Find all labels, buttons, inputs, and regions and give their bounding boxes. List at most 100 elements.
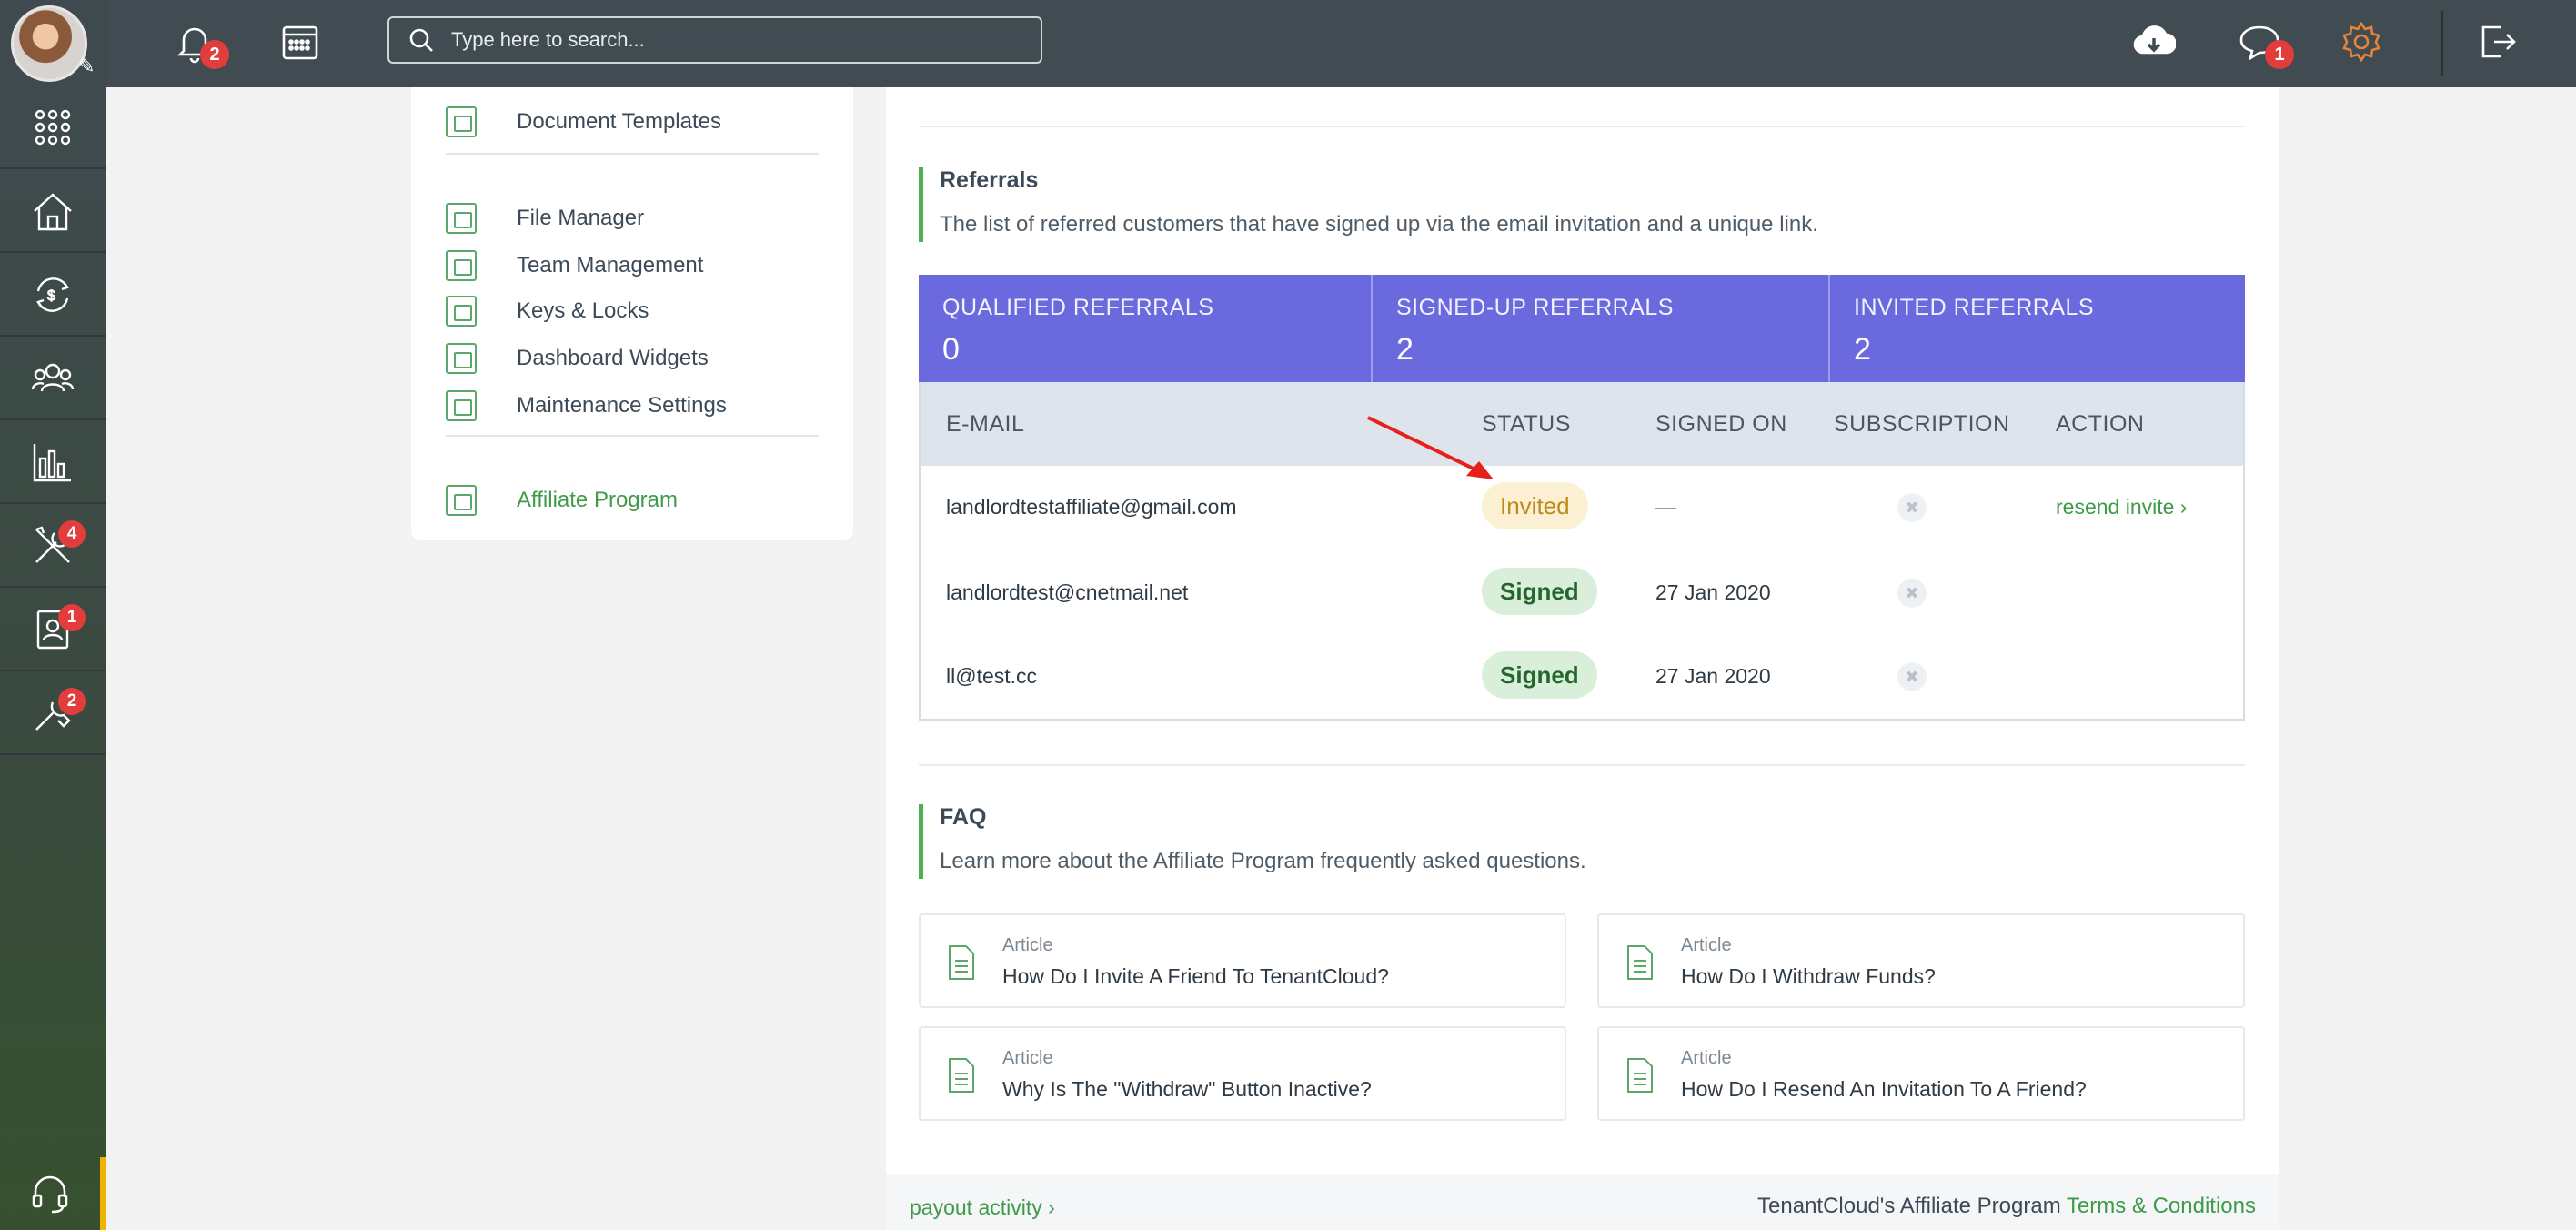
faq-article-kind: Article	[1681, 1048, 1732, 1068]
section-divider	[919, 126, 2245, 127]
referrals-title: Referrals	[940, 167, 1039, 193]
row-email: ll@test.cc	[946, 664, 1038, 688]
calendar-icon	[282, 25, 318, 60]
pin-icon[interactable]: ✎	[78, 55, 95, 78]
status-badge: Signed	[1482, 568, 1597, 615]
section-divider	[919, 764, 2245, 766]
messages-button[interactable]: 1	[2234, 16, 2294, 69]
column-subscription: SUBSCRIPTION	[1834, 411, 2010, 437]
faq-description: Learn more about the Affiliate Program f…	[940, 849, 1586, 873]
document-icon	[949, 945, 974, 980]
resend-invite-link[interactable]: resend invite ›	[2056, 495, 2187, 519]
sidebar-item-integrations[interactable]: 2	[0, 673, 106, 755]
menu-divider	[446, 153, 819, 155]
menu-item-team-management[interactable]: Team Management	[446, 247, 703, 284]
row-email: landlordtestaffiliate@gmail.com	[946, 495, 1237, 519]
sidebar-item-properties[interactable]	[0, 171, 106, 253]
sidebar-item-tenants[interactable]: 1	[0, 590, 106, 671]
widgets-icon	[446, 343, 477, 374]
faq-article-card[interactable]: Article Why Is The "Withdraw" Button Ina…	[919, 1026, 1566, 1121]
subscription-none-icon: ✖	[1897, 493, 1927, 522]
sidebar-item-apps[interactable]	[0, 87, 106, 169]
search-icon	[409, 28, 433, 52]
support-button[interactable]	[0, 1157, 106, 1230]
key-icon	[446, 296, 477, 327]
payout-activity-link[interactable]: payout activity ›	[910, 1195, 1055, 1220]
faq-header: FAQ Learn more about the Affiliate Progr…	[919, 804, 1586, 879]
topbar-divider	[2441, 11, 2443, 76]
calendar-button[interactable]	[275, 16, 326, 67]
document-icon	[949, 1058, 974, 1093]
download-button[interactable]	[2128, 16, 2179, 67]
cloud-download-icon	[2133, 25, 2176, 55]
referral-stats: QUALIFIED REFERRALS 0 SIGNED-UP REFERRAL…	[919, 275, 2245, 382]
menu-item-label: Maintenance Settings	[517, 393, 727, 418]
faq-article-kind: Article	[1681, 935, 1732, 955]
column-action: ACTION	[2056, 411, 2145, 437]
sidebar-item-reports[interactable]	[0, 422, 106, 504]
menu-item-label: File Manager	[517, 206, 645, 230]
terms-text: TenantCloud's Affiliate Program Terms & …	[1757, 1194, 2256, 1219]
row-signed-on: —	[1655, 495, 1676, 519]
stat-label: INVITED REFERRALS	[1854, 295, 2095, 320]
notifications-button[interactable]: 2	[169, 16, 229, 69]
faq-article-title: How Do I Invite A Friend To TenantCloud?	[1002, 964, 1389, 988]
sidebar-item-maintenance[interactable]: 4	[0, 506, 106, 588]
tools-badge: 4	[58, 520, 86, 548]
sidebar-item-payments[interactable]: $	[0, 255, 106, 337]
table-header: E-MAIL STATUS SIGNED ON SUBSCRIPTION ACT…	[921, 382, 2243, 466]
people-icon	[31, 363, 75, 392]
column-signed-on: SIGNED ON	[1655, 411, 1787, 437]
table-row: ll@test.cc Signed 27 Jan 2020 ✖	[921, 635, 2243, 719]
document-icon	[1627, 945, 1653, 980]
settings-button[interactable]	[2336, 16, 2387, 67]
sidebar-item-people[interactable]	[0, 338, 106, 420]
stat-label: QUALIFIED REFERRALS	[942, 295, 1214, 320]
column-email: E-MAIL	[946, 411, 1025, 437]
affiliate-main-card: Referrals The list of referred customers…	[886, 87, 2279, 1230]
menu-item-label: Team Management	[517, 253, 704, 277]
document-icon	[1627, 1058, 1653, 1093]
subscription-none-icon: ✖	[1897, 662, 1927, 691]
menu-item-file-manager[interactable]: File Manager	[446, 200, 644, 237]
referrals-table: E-MAIL STATUS SIGNED ON SUBSCRIPTION ACT…	[919, 382, 2245, 721]
faq-article-card[interactable]: Article How Do I Invite A Friend To Tena…	[919, 913, 1566, 1008]
search-box[interactable]	[387, 16, 1042, 64]
stat-signed-up: SIGNED-UP REFERRALS 2	[1371, 275, 1828, 382]
logout-button[interactable]	[2470, 16, 2521, 67]
menu-item-label: Affiliate Program	[517, 488, 678, 512]
table-row: landlordtest@cnetmail.net Signed 27 Jan …	[921, 551, 2243, 635]
menu-item-maintenance-settings[interactable]: Maintenance Settings	[446, 388, 727, 424]
tenants-badge: 1	[58, 604, 86, 631]
faq-article-card[interactable]: Article How Do I Resend An Invitation To…	[1597, 1026, 2245, 1121]
faq-title: FAQ	[940, 804, 987, 830]
logout-icon	[2481, 25, 2516, 58]
menu-item-affiliate-program[interactable]: Affiliate Program	[446, 482, 678, 519]
referrals-header: Referrals The list of referred customers…	[919, 167, 1818, 242]
avatar[interactable]	[11, 5, 87, 82]
faq-article-card[interactable]: Article How Do I Withdraw Funds?	[1597, 913, 2245, 1008]
stat-value: 2	[1854, 332, 1871, 367]
svg-text:$: $	[47, 288, 55, 304]
bar-chart-icon	[33, 444, 71, 482]
integrations-badge: 2	[58, 688, 86, 715]
money-cycle-icon: $	[36, 277, 69, 312]
faq-article-title: How Do I Resend An Invitation To A Frien…	[1681, 1077, 2087, 1101]
terms-conditions-link[interactable]: Terms & Conditions	[2067, 1194, 2256, 1218]
subscription-none-icon: ✖	[1897, 579, 1927, 608]
team-icon	[446, 250, 477, 281]
document-template-icon	[446, 106, 477, 137]
messages-badge: 1	[2265, 40, 2294, 69]
top-bar: 2 1	[106, 0, 2576, 87]
faq-article-title: How Do I Withdraw Funds?	[1681, 964, 1936, 988]
menu-item-keys-locks[interactable]: Keys & Locks	[446, 293, 649, 329]
row-email: landlordtest@cnetmail.net	[946, 580, 1189, 604]
menu-item-dashboard-widgets[interactable]: Dashboard Widgets	[446, 340, 709, 377]
faq-article-kind: Article	[1002, 1048, 1053, 1068]
table-row: landlordtestaffiliate@gmail.com Invited …	[921, 466, 2243, 549]
status-badge: Signed	[1482, 651, 1597, 699]
menu-item-document-templates[interactable]: Document Templates	[446, 104, 721, 140]
settings-menu: Document Templates File Manager Team Man…	[411, 87, 853, 540]
row-signed-on: 27 Jan 2020	[1655, 664, 1771, 688]
search-input[interactable]	[451, 28, 1015, 52]
